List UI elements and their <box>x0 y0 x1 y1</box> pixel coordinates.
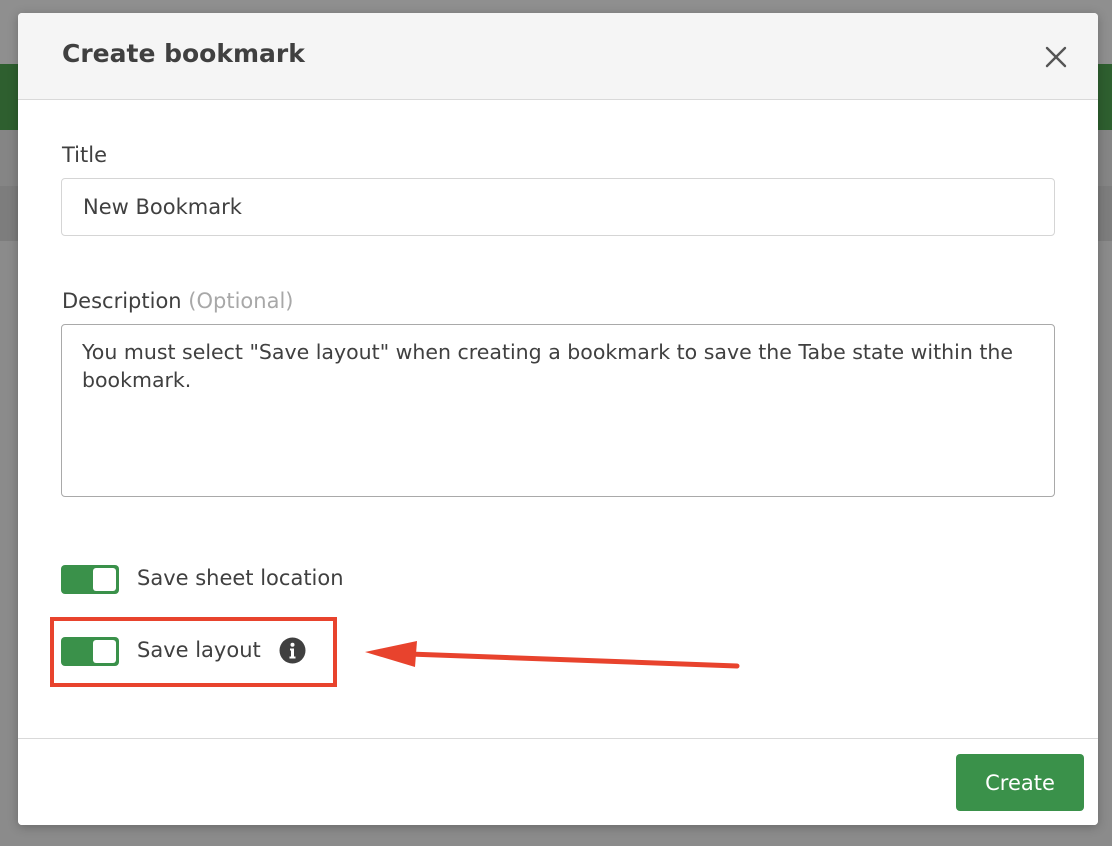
save-sheet-location-toggle[interactable] <box>61 565 119 594</box>
dialog-footer <box>18 738 1098 825</box>
title-input[interactable]: New Bookmark <box>61 178 1055 236</box>
description-label-text: Description <box>62 289 182 313</box>
dialog-header: Create bookmark <box>18 13 1098 100</box>
create-button[interactable]: Create <box>956 754 1084 811</box>
annotation-highlight-box <box>50 617 337 687</box>
close-icon <box>1045 46 1067 68</box>
description-textarea[interactable]: You must select "Save layout" when creat… <box>61 324 1055 497</box>
toggle-knob <box>93 568 116 591</box>
description-label: Description (Optional) <box>62 289 293 313</box>
close-button[interactable] <box>1038 39 1074 75</box>
title-label: Title <box>62 143 108 167</box>
optional-hint: (Optional) <box>188 289 294 313</box>
annotation-arrow-icon <box>365 641 740 669</box>
create-bookmark-dialog: Create bookmark Title New Bookmark Descr… <box>18 13 1098 825</box>
dialog-title: Create bookmark <box>62 39 305 68</box>
save-sheet-location-label: Save sheet location <box>137 566 344 590</box>
